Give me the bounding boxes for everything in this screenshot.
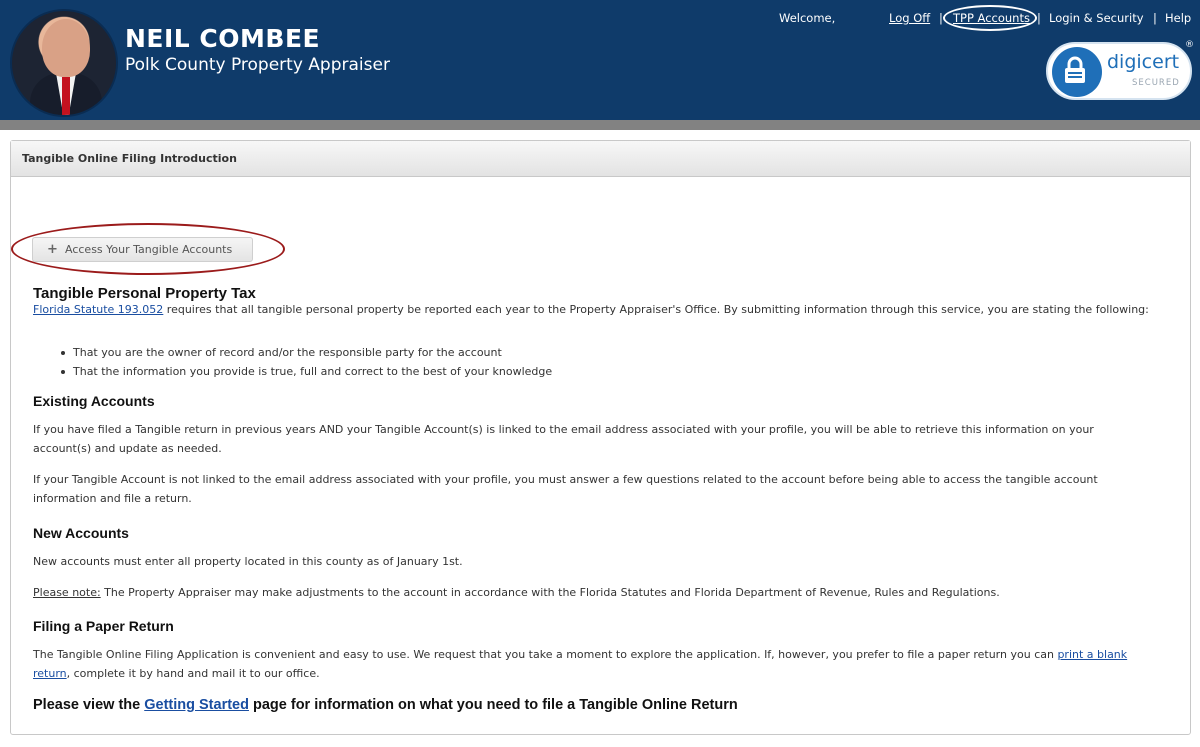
list-item: That you are the owner of record and/or …: [60, 343, 552, 362]
getting-started-line: Please view the Getting Started page for…: [33, 697, 738, 713]
statute-text: requires that all tangible personal prop…: [163, 303, 1149, 316]
access-button-label: Access Your Tangible Accounts: [65, 243, 233, 256]
please-note-paragraph: Please note: The Property Appraiser may …: [33, 583, 1153, 602]
panel-title: Tangible Online Filing Introduction: [11, 141, 1190, 177]
login-security-link[interactable]: Login & Security: [1049, 11, 1144, 25]
welcome-text: Welcome,: [779, 11, 836, 25]
paper-return-paragraph: The Tangible Online Filing Application i…: [33, 645, 1153, 683]
statement-list: That you are the owner of record and/or …: [60, 343, 552, 381]
lock-icon: [1065, 56, 1085, 83]
please-note-text: The Property Appraiser may make adjustme…: [100, 586, 1000, 599]
paper-return-heading: Filing a Paper Return: [33, 618, 174, 634]
nav-separator: |: [1153, 11, 1157, 25]
paper-text-after: , complete it by hand and mail it to our…: [66, 667, 320, 680]
existing-paragraph-1: If you have filed a Tangible return in p…: [33, 423, 1094, 455]
tpp-annotation-ring: [943, 5, 1037, 31]
final-text-before: Please view the: [33, 697, 145, 713]
new-accounts-paragraph: New accounts must enter all property loc…: [33, 555, 463, 568]
final-text-after: page for information on what you need to…: [248, 697, 738, 713]
appraiser-name: NEIL COMBEE: [125, 24, 321, 53]
new-accounts-heading: New Accounts: [33, 525, 129, 541]
header-divider: [0, 120, 1200, 130]
paper-text-before: The Tangible Online Filing Application i…: [33, 648, 1058, 661]
site-header: NEIL COMBEE Polk County Property Apprais…: [0, 0, 1200, 120]
list-item: That the information you provide is true…: [60, 362, 552, 381]
site-subtitle: Polk County Property Appraiser: [125, 55, 390, 75]
statute-paragraph: Florida Statute 193.052 requires that al…: [33, 302, 1153, 317]
existing-paragraph-2: If your Tangible Account is not linked t…: [33, 473, 1098, 505]
existing-accounts-heading: Existing Accounts: [33, 393, 155, 409]
digicert-badge[interactable]: digicert SECURED: [1046, 42, 1192, 100]
intro-panel: Tangible Online Filing Introduction + Ac…: [10, 140, 1191, 735]
florida-statute-link[interactable]: Florida Statute 193.052: [33, 303, 163, 316]
getting-started-link[interactable]: Getting Started: [144, 697, 249, 713]
access-tangible-accounts-button[interactable]: + Access Your Tangible Accounts: [32, 237, 253, 262]
nav-separator: |: [1037, 11, 1041, 25]
digicert-brand: digicert: [1107, 51, 1180, 73]
digicert-secured: SECURED: [1132, 78, 1180, 88]
log-off-link[interactable]: Log Off: [889, 11, 930, 25]
main-heading: Tangible Personal Property Tax: [33, 285, 256, 302]
help-link[interactable]: Help: [1165, 11, 1191, 25]
please-note-label: Please note:: [33, 586, 101, 599]
plus-icon: +: [47, 242, 58, 257]
registered-mark: ®: [1185, 40, 1194, 50]
